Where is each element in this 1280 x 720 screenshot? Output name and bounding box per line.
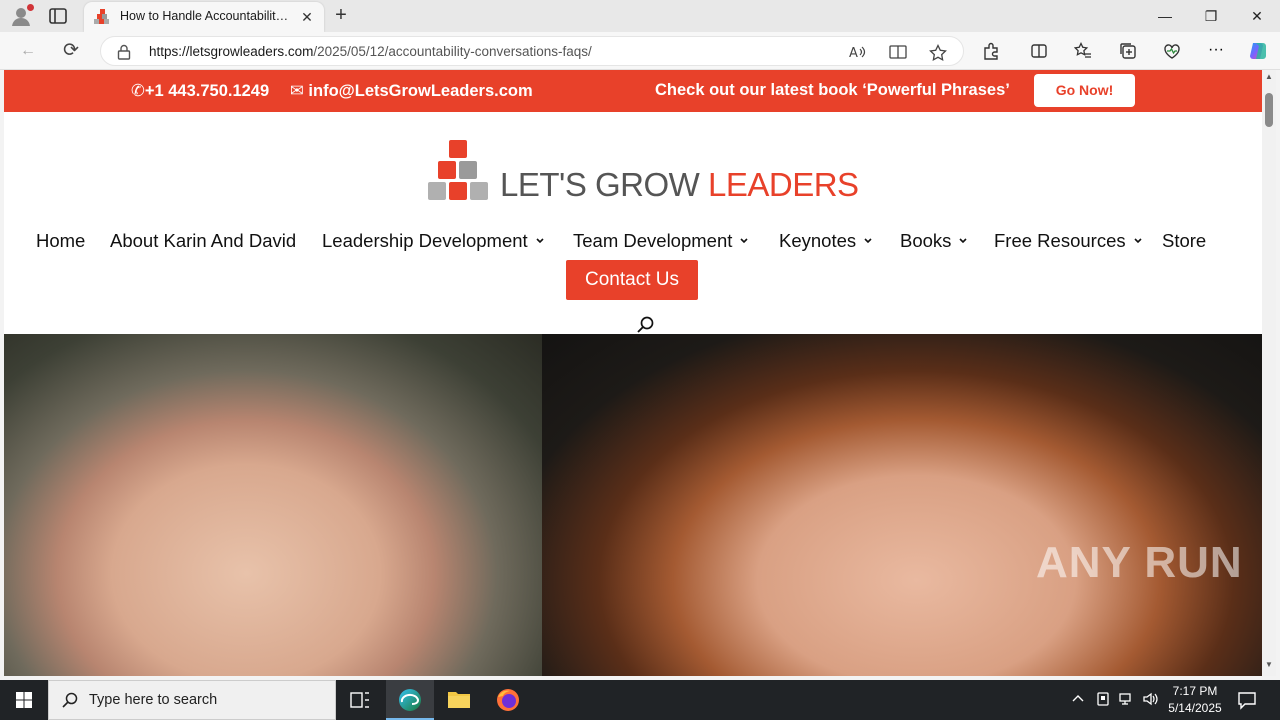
split-screen-icon[interactable] — [1030, 42, 1048, 60]
anyrun-watermark: ANY RUN — [1036, 538, 1243, 587]
search-icon — [61, 691, 79, 709]
read-aloud-icon[interactable]: A — [849, 44, 867, 61]
page-scrollbar[interactable]: ▲ ▼ — [1262, 70, 1276, 676]
chevron-down-icon — [1134, 238, 1142, 244]
phone-link[interactable]: ✆+1 443.750.1249 — [131, 81, 269, 101]
extensions-icon[interactable] — [982, 42, 1000, 60]
search-icon[interactable] — [636, 315, 656, 335]
nav-store[interactable]: Store — [1162, 230, 1206, 252]
nav-free-resources-label: Free Resources — [994, 230, 1126, 251]
copilot-icon[interactable] — [1248, 41, 1268, 61]
nav-keynotes[interactable]: Keynotes — [779, 230, 872, 252]
collections-icon[interactable] — [1119, 42, 1137, 60]
browser-essentials-icon[interactable] — [1163, 42, 1181, 60]
taskbar-search-placeholder: Type here to search — [89, 692, 218, 708]
top-announcement-bar: ✆+1 443.750.1249 ✉ info@LetsGrowLeaders.… — [4, 70, 1262, 112]
nav-home[interactable]: Home — [36, 230, 85, 252]
logo-text-primary: LET'S GROW — [500, 166, 700, 203]
file-explorer-icon[interactable] — [435, 680, 483, 720]
title-bar: How to Handle Accountability Conversatio… — [0, 0, 1280, 32]
browser-toolbar: ← ⟳ https://letsgrowleaders.com/2025/05/… — [0, 32, 1280, 70]
svg-text:A: A — [849, 46, 858, 60]
nav-books[interactable]: Books — [900, 230, 967, 252]
minimize-button[interactable]: — — [1142, 0, 1188, 32]
chevron-down-icon — [740, 238, 748, 244]
favorites-icon[interactable] — [1073, 41, 1092, 60]
hero-photo-david — [4, 334, 542, 676]
nav-team-development-label: Team Development — [573, 230, 733, 251]
address-bar[interactable]: https://letsgrowleaders.com/2025/05/12/a… — [100, 36, 964, 66]
volume-icon[interactable] — [1142, 690, 1160, 708]
close-window-button[interactable]: ✕ — [1234, 0, 1280, 32]
tab-title: How to Handle Accountability Conversatio… — [120, 9, 292, 23]
task-view-icon[interactable] — [336, 680, 384, 720]
nav-books-label: Books — [900, 230, 952, 251]
start-button[interactable] — [0, 680, 48, 720]
edge-taskbar-icon[interactable] — [386, 680, 434, 720]
chevron-down-icon — [536, 238, 544, 244]
show-hidden-icons-icon[interactable] — [1069, 690, 1087, 708]
site-logo[interactable]: LET'S GROW LEADERS — [428, 140, 859, 204]
firefox-icon[interactable] — [484, 680, 532, 720]
go-now-button[interactable]: Go Now! — [1034, 74, 1135, 107]
onedrive-icon[interactable] — [1094, 690, 1112, 708]
more-options-icon[interactable]: ··· — [1207, 42, 1225, 60]
windows-taskbar: Type here to search 7:17 PM 5/14/2025 — [0, 680, 1280, 720]
taskbar-clock[interactable]: 7:17 PM 5/14/2025 — [1162, 683, 1228, 717]
clock-time: 7:17 PM — [1172, 684, 1218, 698]
lock-icon[interactable] — [117, 44, 131, 60]
chevron-down-icon — [959, 238, 967, 244]
network-icon[interactable] — [1118, 690, 1136, 708]
url-text[interactable]: https://letsgrowleaders.com/2025/05/12/a… — [149, 44, 592, 59]
tab-actions-icon[interactable] — [48, 6, 70, 26]
back-button[interactable]: ← — [15, 39, 41, 63]
taskbar-search-box[interactable]: Type here to search — [48, 680, 336, 720]
immersive-reader-icon[interactable] — [889, 44, 907, 60]
nav-leadership-development[interactable]: Leadership Development — [322, 230, 544, 252]
nav-team-development[interactable]: Team Development — [573, 230, 748, 252]
notification-center-icon[interactable] — [1236, 689, 1258, 711]
scroll-up-icon[interactable]: ▲ — [1264, 72, 1274, 82]
hero-photo-karin — [542, 334, 1262, 676]
new-tab-button[interactable]: + — [330, 5, 352, 27]
favorite-star-icon[interactable] — [929, 43, 947, 62]
nav-about[interactable]: About Karin And David — [110, 230, 296, 252]
scroll-down-icon[interactable]: ▼ — [1264, 660, 1274, 670]
browser-tab-active[interactable]: How to Handle Accountability Conversatio… — [84, 2, 324, 32]
email-link[interactable]: ✉ info@LetsGrowLeaders.com — [290, 81, 533, 101]
logo-text-accent: LEADERS — [708, 166, 859, 203]
contact-us-button[interactable]: Contact Us — [566, 260, 698, 300]
tab-close-icon[interactable]: ✕ — [298, 8, 316, 26]
logo-blocks-icon — [428, 140, 488, 200]
scroll-thumb[interactable] — [1265, 93, 1273, 127]
nav-leadership-development-label: Leadership Development — [322, 230, 528, 251]
envelope-icon: ✉ — [290, 82, 304, 100]
nav-free-resources[interactable]: Free Resources — [994, 230, 1142, 252]
clock-date: 5/14/2025 — [1168, 701, 1222, 715]
restore-button[interactable]: ❐ — [1188, 0, 1234, 32]
hero-photo — [4, 334, 1262, 676]
chevron-down-icon — [864, 238, 872, 244]
phone-icon: ✆ — [131, 82, 145, 100]
profile-icon[interactable] — [10, 4, 34, 27]
nav-keynotes-label: Keynotes — [779, 230, 857, 251]
refresh-button[interactable]: ⟳ — [58, 39, 84, 63]
site-favicon-icon — [94, 9, 110, 25]
book-promo-text: Check out our latest book ‘Powerful Phra… — [655, 81, 1010, 99]
